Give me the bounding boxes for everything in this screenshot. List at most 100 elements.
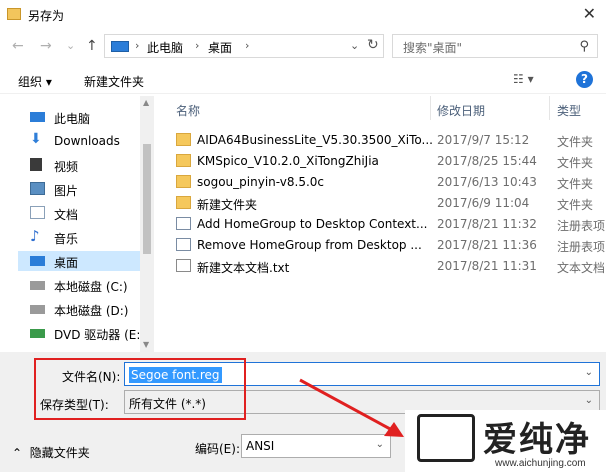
column-header-date[interactable]: 修改日期	[437, 102, 485, 119]
file-type: 文件夹	[557, 156, 594, 170]
file-date: 2017/6/9 11:04	[437, 196, 530, 210]
folder-icon	[176, 154, 191, 167]
sidebar-item-videos[interactable]: 视频	[18, 155, 140, 175]
file-name: AIDA64BusinessLite_V5.30.3500_XiTo...	[197, 133, 432, 147]
column-header-type[interactable]: 类型	[557, 102, 581, 119]
sidebar-item-this-pc[interactable]: 此电脑	[18, 107, 140, 127]
sidebar-item-drive-c[interactable]: 本地磁盘 (C:)	[18, 275, 140, 295]
file-date: 2017/8/21 11:31	[437, 259, 537, 273]
file-name: 新建文本文档.txt	[197, 261, 290, 275]
file-date: 2017/8/21 11:36	[437, 238, 537, 252]
file-type: 文件夹	[557, 198, 594, 212]
file-row[interactable]: Add HomeGroup to Desktop Context... 2017…	[156, 214, 606, 235]
hide-folders-button[interactable]: ⌃ 隐藏文件夹	[12, 444, 90, 461]
sidebar-item-downloads[interactable]: ⬇ Downloads	[18, 131, 140, 151]
registry-file-icon	[176, 238, 191, 251]
chevron-down-icon[interactable]: ⌄	[376, 439, 384, 450]
breadcrumb-desktop[interactable]: 桌面	[208, 39, 232, 56]
file-row[interactable]: 新建文本文档.txt 2017/8/21 11:31 文本文档	[156, 256, 606, 277]
sidebar-item-music[interactable]: ♪ 音乐	[18, 227, 140, 247]
file-name: Remove HomeGroup from Desktop ...	[197, 238, 422, 252]
sidebar-item-label: 本地磁盘 (C:)	[54, 280, 128, 294]
search-icon[interactable]: ⚲	[579, 39, 589, 54]
watermark-url: www.aichunjing.com	[495, 458, 586, 469]
recent-locations-icon[interactable]: ⌄	[66, 39, 75, 52]
sidebar-item-dvd-drive[interactable]: DVD 驱动器 (E:)	[18, 323, 145, 343]
refresh-icon[interactable]: ↻	[367, 37, 379, 53]
sidebar-item-label: 桌面	[54, 256, 79, 270]
file-type: 注册表项	[557, 240, 606, 254]
new-folder-button[interactable]: 新建文件夹	[84, 73, 144, 90]
file-type: 文件夹	[557, 177, 594, 191]
navigation-pane: 此电脑 ⬇ Downloads 视频 图片 文档 ♪ 音乐 桌面 本地磁盘 (C…	[0, 96, 145, 352]
scroll-down-icon[interactable]: ▼	[143, 340, 149, 349]
folder-icon	[176, 175, 191, 188]
encoding-label: 编码(E):	[195, 442, 240, 456]
window-title: 另存为	[28, 9, 65, 23]
view-options-icon[interactable]: ☷ ▾	[513, 72, 534, 86]
close-icon[interactable]: ✕	[583, 4, 596, 23]
file-date: 2017/8/21 11:32	[437, 217, 537, 231]
sidebar-item-label: DVD 驱动器 (E:)	[54, 328, 146, 342]
drive-icon	[30, 281, 45, 290]
forward-arrow-icon[interactable]: →	[40, 38, 52, 54]
sidebar-item-label: 图片	[54, 184, 79, 198]
file-row[interactable]: 新建文件夹 2017/6/9 11:04 文件夹	[156, 193, 606, 214]
video-icon	[30, 158, 42, 171]
music-icon: ♪	[30, 227, 40, 245]
toolbar: 组织 ▾ 新建文件夹 ☷ ▾ ?	[0, 64, 606, 94]
download-icon: ⬇	[30, 131, 42, 147]
sidebar-item-label: 本地磁盘 (D:)	[54, 304, 129, 318]
folder-icon	[176, 196, 191, 209]
monitor-icon	[111, 41, 129, 52]
search-box[interactable]: 搜索"桌面" ⚲	[392, 34, 598, 58]
sidebar-item-drive-d[interactable]: 本地磁盘 (D:)	[18, 299, 140, 319]
encoding-select[interactable]: ANSI ⌄	[241, 434, 391, 458]
annotation-box	[34, 358, 246, 420]
scroll-up-icon[interactable]: ▲	[143, 98, 149, 107]
navigation-bar: ← → ⌄ ↑ › 此电脑 › 桌面 › ⌄ ↻ 搜索"桌面" ⚲	[0, 30, 606, 64]
folder-icon	[7, 8, 21, 20]
scrollbar-thumb[interactable]	[143, 144, 151, 254]
drive-icon	[30, 305, 45, 314]
sidebar-item-documents[interactable]: 文档	[18, 203, 140, 223]
organize-button[interactable]: 组织 ▾	[18, 73, 52, 90]
text-file-icon	[176, 259, 191, 272]
up-arrow-icon[interactable]: ↑	[86, 38, 98, 54]
file-type: 文件夹	[557, 135, 594, 149]
file-date: 2017/6/13 10:43	[437, 175, 537, 189]
sidebar-item-label: 视频	[54, 160, 79, 174]
file-name: 新建文件夹	[197, 198, 258, 212]
hide-folders-label: 隐藏文件夹	[29, 446, 90, 460]
file-row[interactable]: KMSpico_V10.2.0_XiTongZhiJia 2017/8/25 1…	[156, 151, 606, 172]
title-bar: 另存为 ✕	[0, 0, 606, 30]
sidebar-scrollbar[interactable]: ▲ ▼	[140, 96, 154, 352]
help-icon[interactable]: ?	[576, 71, 593, 88]
file-row[interactable]: Remove HomeGroup from Desktop ... 2017/8…	[156, 235, 606, 256]
folder-icon	[176, 133, 191, 146]
encoding-value: ANSI	[246, 439, 275, 453]
breadcrumb-this-pc[interactable]: 此电脑	[147, 39, 183, 56]
chevron-down-icon[interactable]: ⌄	[585, 395, 593, 406]
sidebar-item-desktop[interactable]: 桌面	[18, 251, 140, 271]
chevron-down-icon[interactable]: ⌄	[585, 367, 593, 378]
file-row[interactable]: AIDA64BusinessLite_V5.30.3500_XiTo... 20…	[156, 130, 606, 151]
sidebar-item-label: 文档	[54, 208, 79, 222]
sidebar-item-pictures[interactable]: 图片	[18, 179, 140, 199]
dvd-icon	[30, 329, 45, 338]
file-name: Add HomeGroup to Desktop Context...	[197, 217, 428, 231]
sidebar-item-label: Downloads	[54, 134, 120, 148]
picture-icon	[30, 182, 45, 195]
document-icon	[30, 206, 45, 219]
file-name: KMSpico_V10.2.0_XiTongZhiJia	[197, 154, 379, 168]
watermark-text: 爱纯净	[483, 420, 591, 460]
file-date: 2017/8/25 15:44	[437, 154, 537, 168]
watermark: 爱纯净 www.aichunjing.com	[405, 410, 606, 472]
back-arrow-icon[interactable]: ←	[12, 38, 24, 54]
address-bar[interactable]: › 此电脑 › 桌面 › ⌄ ↻	[104, 34, 384, 58]
chevron-down-icon[interactable]: ⌄	[350, 39, 359, 52]
file-date: 2017/9/7 15:12	[437, 133, 530, 147]
column-header-name[interactable]: 名称	[176, 102, 200, 119]
file-row[interactable]: sogou_pinyin-v8.5.0c 2017/6/13 10:43 文件夹	[156, 172, 606, 193]
sidebar-item-label: 此电脑	[54, 112, 91, 126]
